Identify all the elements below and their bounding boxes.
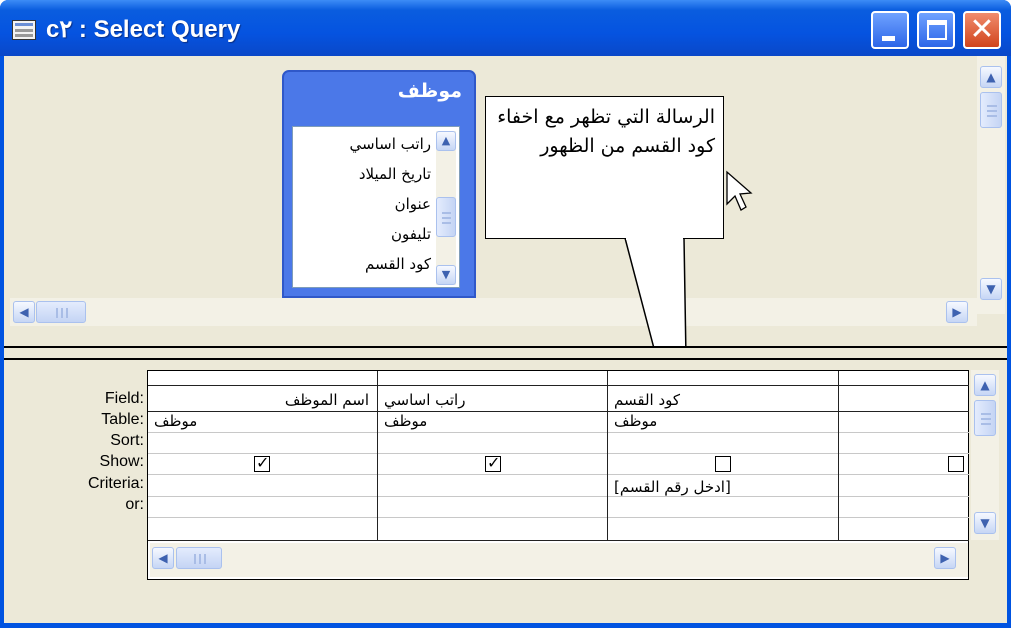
scroll-thumb[interactable] — [436, 197, 456, 237]
minimize-button[interactable] — [871, 11, 909, 49]
design-grid[interactable]: اسم الموظف موظف ✓ راتب اساسي موظف ✓ كود … — [147, 370, 969, 580]
show-checkbox[interactable]: ✓ — [485, 453, 501, 472]
close-button[interactable]: ✕ — [963, 11, 1001, 49]
scroll-down-icon[interactable]: ▼ — [974, 512, 996, 534]
scroll-right-icon[interactable]: ▶ — [934, 547, 956, 569]
show-checkbox[interactable] — [948, 456, 964, 472]
table-window-title: موظف — [397, 80, 462, 102]
callout-text: الرسالة التي تظهر مع اخفاء كود القسم من … — [497, 106, 715, 157]
field-list-item[interactable]: عنوان — [395, 195, 431, 213]
row-label-sort: Sort: — [110, 432, 144, 449]
scroll-left-icon[interactable]: ◀ — [152, 547, 174, 569]
row-label-or: or: — [125, 496, 144, 513]
scroll-up-icon[interactable]: ▲ — [974, 374, 996, 396]
field-list[interactable]: راتب اساسي تاريخ الميلاد عنوان تليفون كو… — [292, 126, 460, 288]
grid-cell-table[interactable]: موظف — [614, 412, 829, 432]
field-list-item[interactable]: تاريخ الميلاد — [359, 165, 431, 183]
scroll-right-icon[interactable]: ▶ — [946, 301, 968, 323]
field-list-item[interactable]: تليفون — [391, 225, 431, 243]
title-bar[interactable]: c٢ : Select Query ✕ — [0, 0, 1011, 56]
checkmark-icon: ✓ — [487, 453, 501, 472]
scroll-thumb-horizontal[interactable] — [176, 547, 222, 569]
pane-splitter[interactable] — [4, 346, 1007, 360]
table-pane-vertical-scrollbar[interactable]: ▲ ▼ — [977, 56, 1005, 314]
scroll-thumb[interactable] — [980, 92, 1002, 128]
minimize-icon — [882, 36, 895, 41]
query-window-icon[interactable] — [12, 20, 36, 40]
grid-cell-table[interactable]: موظف — [154, 412, 369, 432]
grid-cell-table[interactable]: موظف — [384, 412, 599, 432]
table-pane-horizontal-scrollbar[interactable]: ◀ ▶ — [10, 298, 977, 326]
scroll-down-icon[interactable]: ▼ — [436, 265, 456, 285]
grid-cell-field[interactable]: راتب اساسي — [384, 391, 599, 411]
design-grid-pane: Field: Table: Sort: Show: Criteria: or: … — [4, 360, 1007, 600]
callout-box: الرسالة التي تظهر مع اخفاء كود القسم من … — [485, 96, 724, 239]
grid-cell-field[interactable]: اسم الموظف — [154, 391, 369, 411]
close-icon: ✕ — [969, 12, 995, 47]
scroll-left-icon[interactable]: ◀ — [13, 301, 35, 323]
grid-cell-criteria[interactable]: [ادخل رقم القسم] — [614, 478, 829, 498]
grid-vertical-scrollbar[interactable]: ▲ ▼ — [971, 370, 999, 540]
scroll-thumb-horizontal[interactable] — [36, 301, 86, 323]
row-label-field: Field: — [104, 390, 144, 407]
row-label-show: Show: — [99, 453, 144, 470]
maximize-icon — [927, 20, 947, 40]
grid-cell-field[interactable]: كود القسم — [614, 391, 829, 411]
show-checkbox[interactable]: ✓ — [254, 453, 270, 472]
window-title: c٢ : Select Query — [46, 16, 241, 43]
row-label-criteria: Criteria: — [87, 475, 144, 492]
scroll-up-icon[interactable]: ▲ — [980, 66, 1002, 88]
scroll-up-icon[interactable]: ▲ — [436, 131, 456, 151]
field-list-item[interactable]: كود القسم — [365, 255, 431, 273]
grid-horizontal-scrollbar[interactable]: ◀ ▶ — [150, 543, 968, 577]
table-window-employee[interactable]: موظف راتب اساسي تاريخ الميلاد عنوان تليف… — [282, 70, 476, 298]
maximize-button[interactable] — [917, 11, 955, 49]
scroll-down-icon[interactable]: ▼ — [980, 278, 1002, 300]
show-checkbox[interactable] — [715, 456, 731, 472]
checkmark-icon: ✓ — [256, 453, 270, 472]
field-list-scrollbar[interactable]: ▲ ▼ — [436, 131, 456, 285]
field-list-item[interactable]: راتب اساسي — [350, 135, 431, 153]
scroll-thumb[interactable] — [974, 400, 996, 436]
row-label-table: Table: — [101, 411, 144, 428]
